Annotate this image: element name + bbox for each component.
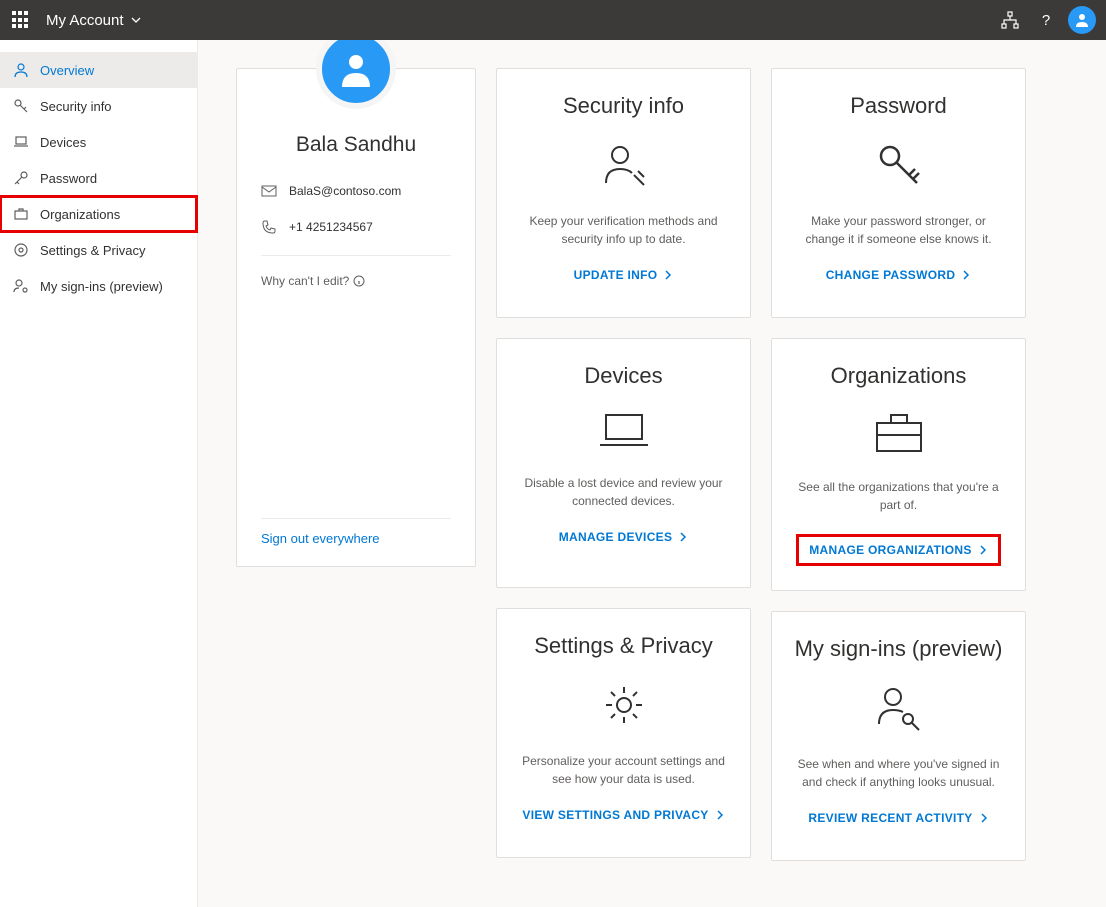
view-settings-link[interactable]: VIEW SETTINGS AND PRIVACY (522, 808, 724, 822)
sidebar-item-my-signins[interactable]: My sign-ins (preview) (0, 268, 197, 304)
card-title: Settings & Privacy (534, 633, 713, 659)
key-outline-icon (12, 169, 30, 187)
card-title: Security info (563, 93, 684, 119)
laptop-icon (12, 133, 30, 151)
sidebar-label: Devices (40, 135, 86, 150)
chevron-right-icon (978, 545, 988, 555)
org-chart-icon[interactable] (992, 0, 1028, 40)
card-desc: See all the organizations that you're a … (790, 478, 1007, 514)
chevron-right-icon (678, 532, 688, 542)
sidebar-label: Security info (40, 99, 112, 114)
sidebar: Overview Security info Devices Password … (0, 40, 198, 907)
waffle-icon[interactable] (10, 9, 32, 31)
organizations-card: Organizations See all the organizations … (771, 338, 1026, 591)
my-signins-card: My sign-ins (preview) See when and where… (771, 611, 1026, 861)
user-avatar[interactable] (1068, 6, 1096, 34)
sidebar-label: Organizations (40, 207, 120, 222)
security-person-icon (600, 141, 648, 192)
profile-avatar (316, 40, 396, 109)
profile-email: BalaS@contoso.com (289, 184, 401, 198)
main-content: Bala Sandhu BalaS@contoso.com +1 4251234… (198, 40, 1106, 907)
sidebar-label: Settings & Privacy (40, 243, 146, 258)
person-icon (12, 61, 30, 79)
profile-name: Bala Sandhu (261, 133, 451, 157)
profile-phone: +1 4251234567 (289, 220, 373, 234)
card-desc: Make your password stronger, or change i… (790, 212, 1007, 248)
why-cant-edit-link[interactable]: Why can't I edit? (261, 255, 451, 288)
manage-devices-link[interactable]: MANAGE DEVICES (559, 530, 689, 544)
key-large-icon (875, 141, 923, 192)
chevron-right-icon (979, 813, 989, 823)
card-desc: See when and where you've signed in and … (790, 755, 1007, 791)
chevron-down-icon (130, 14, 142, 26)
app-title-text: My Account (46, 12, 124, 29)
chevron-right-icon (715, 810, 725, 820)
card-title: Organizations (831, 363, 967, 389)
sidebar-item-overview[interactable]: Overview (0, 52, 197, 88)
laptop-large-icon (598, 411, 650, 454)
profile-email-row: BalaS@contoso.com (261, 183, 451, 199)
security-info-card: Security info Keep your verification met… (496, 68, 751, 318)
gear-icon (12, 241, 30, 259)
mail-icon (261, 183, 277, 199)
top-bar: My Account ? (0, 0, 1106, 40)
sidebar-item-settings-privacy[interactable]: Settings & Privacy (0, 232, 197, 268)
help-icon[interactable]: ? (1028, 0, 1064, 40)
phone-icon (261, 219, 277, 235)
chevron-right-icon (663, 270, 673, 280)
review-activity-link[interactable]: REVIEW RECENT ACTIVITY (808, 811, 988, 825)
sidebar-item-password[interactable]: Password (0, 160, 197, 196)
briefcase-icon (12, 205, 30, 223)
settings-privacy-card: Settings & Privacy Personalize your acco… (496, 608, 751, 858)
briefcase-large-icon (873, 411, 925, 458)
profile-card: Bala Sandhu BalaS@contoso.com +1 4251234… (236, 68, 476, 567)
card-desc: Keep your verification methods and secur… (515, 212, 732, 248)
card-desc: Disable a lost device and review your co… (515, 474, 732, 510)
sidebar-label: Overview (40, 63, 94, 78)
svg-text:?: ? (1042, 12, 1050, 29)
sign-out-everywhere-link[interactable]: Sign out everywhere (261, 531, 380, 546)
key-icon (12, 97, 30, 115)
signout-section: Sign out everywhere (261, 518, 451, 546)
devices-card: Devices Disable a lost device and review… (496, 338, 751, 588)
sidebar-label: My sign-ins (preview) (40, 279, 163, 294)
sidebar-item-security-info[interactable]: Security info (0, 88, 197, 124)
gear-large-icon (600, 681, 648, 732)
change-password-link[interactable]: CHANGE PASSWORD (826, 268, 972, 282)
card-title: Devices (584, 363, 662, 389)
app-title-dropdown[interactable]: My Account (46, 12, 142, 29)
card-desc: Personalize your account settings and se… (515, 752, 732, 788)
signin-icon (12, 277, 30, 295)
info-icon (353, 275, 365, 287)
chevron-right-icon (961, 270, 971, 280)
password-card: Password Make your password stronger, or… (771, 68, 1026, 318)
card-title: My sign-ins (preview) (795, 636, 1003, 662)
manage-organizations-link[interactable]: MANAGE ORGANIZATIONS (796, 534, 1000, 566)
sidebar-label: Password (40, 171, 97, 186)
profile-phone-row: +1 4251234567 (261, 219, 451, 235)
signin-large-icon (875, 684, 923, 735)
sidebar-item-devices[interactable]: Devices (0, 124, 197, 160)
update-info-link[interactable]: UPDATE INFO (574, 268, 674, 282)
sidebar-item-organizations[interactable]: Organizations (0, 196, 197, 232)
card-title: Password (850, 93, 947, 119)
